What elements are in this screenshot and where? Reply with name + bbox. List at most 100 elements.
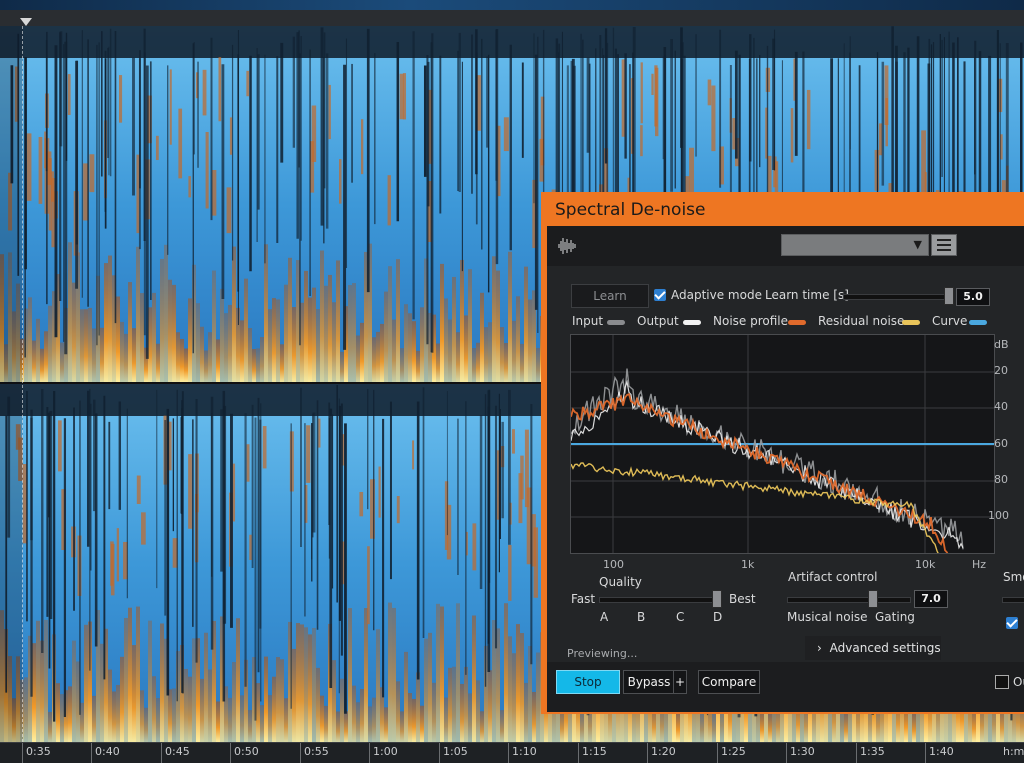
learn-time-thumb[interactable] — [944, 287, 954, 305]
preset-menu-button[interactable] — [931, 234, 957, 256]
preset-dropdown[interactable]: ▼ — [781, 234, 929, 256]
quality-fast-label: Fast — [571, 592, 596, 606]
legend-noise-profile-swatch[interactable] — [788, 320, 806, 325]
quality-label: Quality — [599, 575, 642, 589]
legend-residual-noise-swatch[interactable] — [902, 320, 920, 325]
smoothing-checkbox[interactable] — [1006, 617, 1018, 629]
smoothing-slider[interactable] — [1002, 597, 1024, 603]
menu-icon — [937, 239, 951, 241]
bypass-button[interactable]: Bypass — [623, 670, 675, 694]
legend-curve-swatch[interactable] — [969, 320, 987, 325]
legend-noise-profile-label: Noise profile — [713, 314, 789, 328]
time-tick-label: 1:10 — [512, 745, 537, 758]
mini-waveform[interactable] — [0, 0, 1024, 10]
quality-mark[interactable]: A — [600, 610, 608, 624]
plugin-header: ▼ — [547, 226, 1024, 266]
time-tick-label: 0:55 — [304, 745, 329, 758]
stop-button[interactable]: Stop — [556, 670, 620, 694]
plugin-footer: Stop Bypass + Compare Ou — [547, 662, 1024, 712]
menu-icon — [937, 249, 951, 251]
time-tick: 1:10 — [508, 743, 537, 763]
time-tick-label: 1:25 — [721, 745, 746, 758]
waveform-icon — [558, 238, 576, 254]
plugin-body: ▼ Learn Adaptive mode Learn time [s] 5.0… — [547, 226, 1024, 712]
legend-residual-noise-label: Residual noise — [818, 314, 905, 328]
advanced-settings-button[interactable]: › Advanced settings — [805, 636, 941, 660]
time-tick: 1:15 — [578, 743, 607, 763]
adaptive-mode-label: Adaptive mode — [671, 288, 762, 302]
time-tick-label: 0:35 — [26, 745, 51, 758]
artifact-control-value[interactable]: 7.0 — [914, 590, 948, 608]
time-tick: 1:35 — [856, 743, 885, 763]
noise-graph[interactable] — [570, 334, 995, 594]
time-ruler[interactable]: 0:35 0:40 0:45 0:50 0:55 1:00 1:05 1:10 … — [0, 742, 1024, 763]
time-tick: 0:45 — [161, 743, 190, 763]
time-tick: 0:55 — [300, 743, 329, 763]
time-tick: 1:25 — [717, 743, 746, 763]
time-tick: 1:20 — [647, 743, 676, 763]
smoothing-label: Smo — [1003, 570, 1024, 584]
noise-graph-canvas — [570, 335, 994, 594]
quality-mark[interactable]: B — [637, 610, 645, 624]
time-tick: 0:35 — [22, 743, 51, 763]
time-tick-label: 0:50 — [234, 745, 259, 758]
quality-slider[interactable] — [599, 597, 721, 603]
artifact-control-thumb[interactable] — [868, 590, 878, 608]
learn-time-value[interactable]: 5.0 — [956, 288, 990, 306]
chevron-down-icon: ▼ — [913, 238, 922, 251]
menu-icon — [937, 244, 951, 246]
legend-output-swatch[interactable] — [683, 320, 701, 325]
db-tick-label: 40 — [994, 400, 1008, 413]
playhead-marker[interactable] — [20, 18, 32, 26]
learn-time-label: Learn time [s] — [765, 288, 849, 302]
output-label: Ou — [1013, 675, 1024, 689]
learn-button[interactable]: Learn — [571, 284, 649, 308]
chevron-right-icon: › — [817, 641, 822, 655]
hz-unit-label: Hz — [972, 558, 987, 571]
legend-input-label: Input — [572, 314, 604, 328]
output-checkbox[interactable] — [995, 675, 1009, 689]
time-tick-label: 1:20 — [651, 745, 676, 758]
time-tick-label: 1:30 — [790, 745, 815, 758]
time-tick-label: 1:40 — [929, 745, 954, 758]
legend-input-swatch[interactable] — [607, 320, 625, 325]
time-tick-label: 1:05 — [443, 745, 468, 758]
time-tick-label: 1:35 — [860, 745, 885, 758]
gating-label: Gating — [875, 610, 915, 624]
db-tick-label: 20 — [994, 364, 1008, 377]
db-tick-label: 60 — [994, 437, 1008, 450]
musical-noise-label: Musical noise — [787, 610, 868, 624]
learn-time-slider[interactable] — [843, 294, 953, 300]
time-tick-label: 0:45 — [165, 745, 190, 758]
legend-curve-label: Curve — [932, 314, 968, 328]
selection-edge[interactable] — [0, 26, 23, 742]
quality-mark[interactable]: C — [676, 610, 684, 624]
adaptive-mode-checkbox[interactable] — [654, 289, 666, 301]
artifact-control-slider[interactable] — [787, 597, 911, 603]
quality-best-label: Best — [729, 592, 756, 606]
time-tick-label: 1:00 — [373, 745, 398, 758]
db-tick-label: 80 — [994, 473, 1008, 486]
artifact-control-label: Artifact control — [788, 570, 878, 584]
spectral-denoise-window[interactable]: Spectral De-noise ▼ Learn Adaptive mode … — [541, 192, 1024, 714]
time-unit-label: h:m — [1003, 745, 1024, 758]
status-text: Previewing... — [567, 647, 638, 660]
time-tick: 0:40 — [91, 743, 120, 763]
time-tick: 0:50 — [230, 743, 259, 763]
quality-mark[interactable]: D — [713, 610, 722, 624]
hz-tick-label: 10k — [915, 558, 936, 571]
legend-output-label: Output — [637, 314, 679, 328]
bypass-add-button[interactable]: + — [673, 670, 687, 694]
compare-button[interactable]: Compare — [698, 670, 760, 694]
time-tick-label: 0:40 — [95, 745, 120, 758]
plugin-title: Spectral De-noise — [555, 200, 706, 220]
db-tick-label: 100 — [988, 509, 1009, 522]
hz-tick-label: 100 — [603, 558, 624, 571]
quality-thumb[interactable] — [712, 590, 722, 608]
top-overview-strip[interactable] — [0, 0, 1024, 26]
hz-tick-label: 1k — [741, 558, 755, 571]
advanced-settings-label: Advanced settings — [829, 641, 941, 655]
db-unit-label: dB — [994, 338, 1009, 351]
time-tick-label: 1:15 — [582, 745, 607, 758]
time-tick: 1:05 — [439, 743, 468, 763]
